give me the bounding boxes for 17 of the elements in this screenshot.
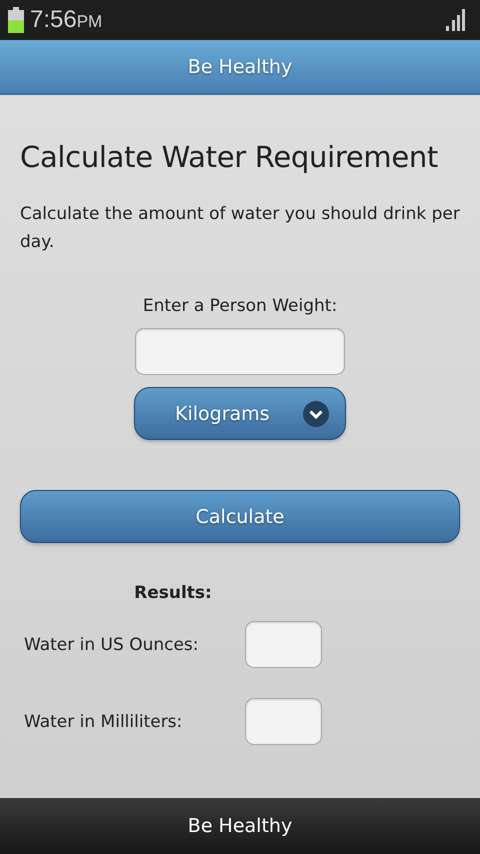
weight-input-field[interactable] (135, 328, 345, 375)
status-time: 7:56PM (30, 6, 102, 34)
calculate-button[interactable]: Calculate (20, 490, 460, 543)
result-label: Water in Milliliters: (24, 712, 184, 732)
result-field[interactable] (245, 698, 322, 745)
page-description: Calculate the amount of water you should drink per day. (20, 203, 460, 254)
footer-title: Be Healthy (188, 815, 292, 837)
result-label: Water in US Ounces: (24, 634, 200, 654)
unit-select[interactable]: Kilograms (134, 387, 346, 440)
header-title: Be Healthy (188, 56, 292, 78)
result-field[interactable] (245, 621, 322, 668)
results-heading: Results: (133, 583, 213, 603)
battery-icon (8, 7, 24, 33)
page-heading: Calculate Water Requirement (20, 140, 440, 174)
signal-icon (446, 9, 466, 31)
chevron-down-icon (303, 400, 329, 426)
weight-label: Enter a Person Weight: (142, 296, 338, 316)
